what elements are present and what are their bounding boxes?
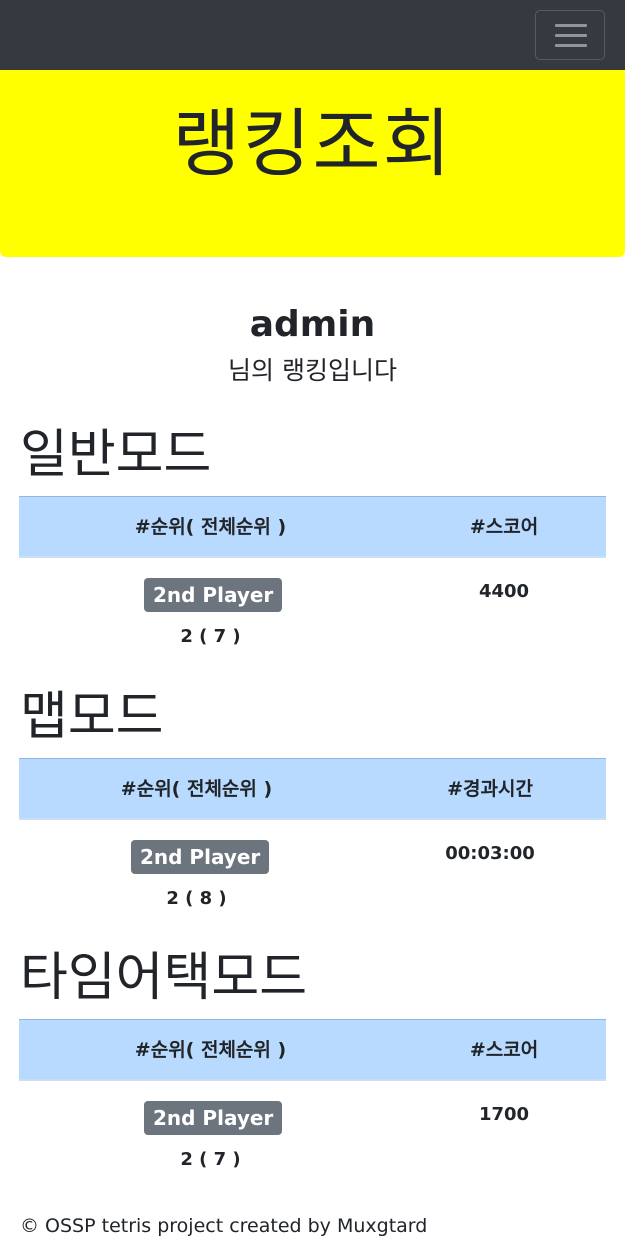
navbar-toggle-button[interactable] bbox=[535, 10, 605, 60]
hamburger-menu-icon bbox=[555, 24, 587, 27]
score-value: 4400 bbox=[478, 581, 530, 602]
table-row: 2nd Player 2 ( 8 ) 00:03:00 bbox=[19, 820, 606, 932]
column-header-elapsed-time: #경과시간 bbox=[447, 778, 533, 800]
column-header-rank: #순위( 전체순위 ) bbox=[134, 516, 287, 538]
column-header-score: #스코어 bbox=[469, 1039, 539, 1061]
table-header: #순위( 전체순위 ) #스코어 bbox=[19, 496, 606, 558]
elapsed-time-value: 00:03:00 bbox=[445, 843, 535, 864]
rank-value: 2 ( 8 ) bbox=[166, 888, 227, 909]
ranking-table-map: #순위( 전체순위 ) #경과시간 2nd Player 2 ( 8 ) 00:… bbox=[19, 758, 606, 932]
user-name: admin bbox=[249, 304, 376, 345]
footer-copyright: © OSSP tetris project created by Muxgtar… bbox=[20, 1215, 428, 1237]
table-header: #순위( 전체순위 ) #스코어 bbox=[19, 1019, 606, 1081]
player-badge: 2nd Player bbox=[144, 1101, 283, 1135]
ranking-table-normal: #순위( 전체순위 ) #스코어 2nd Player 2 ( 7 ) 4400 bbox=[19, 496, 606, 670]
ranking-table-time-attack: #순위( 전체순위 ) #스코어 2nd Player 2 ( 7 ) 1700 bbox=[19, 1019, 606, 1193]
mode-title-map: 맵모드 bbox=[20, 687, 164, 747]
hamburger-menu-icon bbox=[555, 34, 587, 37]
player-badge: 2nd Player bbox=[144, 578, 283, 612]
page-header-banner: 랭킹조회 bbox=[0, 70, 625, 257]
hamburger-menu-icon bbox=[555, 44, 587, 47]
mode-title-normal: 일반모드 bbox=[20, 425, 212, 485]
table-header: #순위( 전체순위 ) #경과시간 bbox=[19, 758, 606, 820]
score-value: 1700 bbox=[478, 1104, 530, 1125]
rank-value: 2 ( 7 ) bbox=[180, 1149, 241, 1170]
column-header-rank: #순위( 전체순위 ) bbox=[120, 778, 273, 800]
page-title: 랭킹조회 bbox=[172, 101, 453, 187]
player-badge: 2nd Player bbox=[131, 840, 270, 874]
mode-title-time-attack: 타임어택모드 bbox=[20, 948, 308, 1008]
table-row: 2nd Player 2 ( 7 ) 1700 bbox=[19, 1081, 606, 1193]
user-ranking-caption: 님의 랭킹입니다 bbox=[228, 356, 397, 385]
rank-value: 2 ( 7 ) bbox=[180, 626, 241, 647]
navbar bbox=[0, 0, 625, 70]
column-header-score: #스코어 bbox=[469, 516, 539, 538]
column-header-rank: #순위( 전체순위 ) bbox=[134, 1039, 287, 1061]
table-row: 2nd Player 2 ( 7 ) 4400 bbox=[19, 558, 606, 670]
